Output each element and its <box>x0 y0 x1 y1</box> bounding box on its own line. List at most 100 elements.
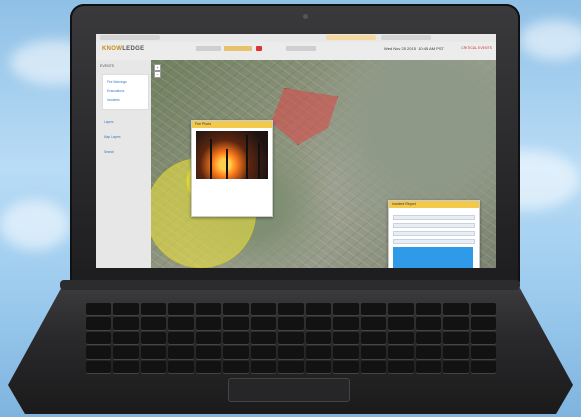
keyboard-key[interactable] <box>278 360 304 373</box>
keyboard-key[interactable] <box>305 317 332 330</box>
keyboard-key[interactable] <box>223 331 249 345</box>
keyboard-key[interactable] <box>223 360 249 373</box>
keyboard-key[interactable] <box>388 360 414 373</box>
keyboard-key[interactable] <box>278 346 304 359</box>
keyboard-key[interactable] <box>140 303 167 316</box>
keyboard-key[interactable] <box>278 317 304 330</box>
browser-tab[interactable] <box>381 35 431 40</box>
keyboard-key[interactable] <box>86 303 112 316</box>
zoom-out-button[interactable]: − <box>154 71 161 78</box>
keyboard-key[interactable] <box>86 331 112 345</box>
sidebar-item[interactable]: Map Layers <box>104 135 121 139</box>
keyboard[interactable] <box>86 303 496 373</box>
keyboard-key[interactable] <box>250 331 277 345</box>
keyboard-key[interactable] <box>388 331 414 345</box>
keyboard-key[interactable] <box>305 346 332 359</box>
keyboard-key[interactable] <box>195 346 222 359</box>
keyboard-key[interactable] <box>140 317 167 330</box>
sidebar-menu-item[interactable]: Evacuations <box>107 89 124 93</box>
keyboard-key[interactable] <box>415 331 442 345</box>
keyboard-key[interactable] <box>470 360 496 373</box>
keyboard-key[interactable] <box>360 303 387 316</box>
keyboard-key[interactable] <box>470 331 496 345</box>
keyboard-key[interactable] <box>113 317 139 330</box>
keyboard-key[interactable] <box>195 317 222 330</box>
keyboard-key[interactable] <box>333 331 359 345</box>
browser-tab[interactable] <box>100 35 160 40</box>
keyboard-key[interactable] <box>415 360 442 373</box>
keyboard-key[interactable] <box>140 360 167 373</box>
keyboard-key[interactable] <box>278 331 304 345</box>
keyboard-key[interactable] <box>223 317 249 330</box>
keyboard-key[interactable] <box>113 360 139 373</box>
keyboard-key[interactable] <box>168 346 194 359</box>
keyboard-key[interactable] <box>415 346 442 359</box>
keyboard-key[interactable] <box>360 317 387 330</box>
keyboard-key[interactable] <box>195 331 222 345</box>
keyboard-key[interactable] <box>470 346 496 359</box>
incident-form-popup[interactable]: Incident Report <box>388 200 480 268</box>
keyboard-key[interactable] <box>360 331 387 345</box>
fire-photo-popup[interactable]: Fire Photo <box>191 120 273 217</box>
keyboard-key[interactable] <box>443 331 469 345</box>
form-field[interactable] <box>393 231 475 236</box>
header-filter[interactable] <box>196 46 221 51</box>
keyboard-key[interactable] <box>388 317 414 330</box>
keyboard-key[interactable] <box>415 303 442 316</box>
red-hazard-zone[interactable] <box>271 88 338 145</box>
keyboard-key[interactable] <box>195 303 222 316</box>
keyboard-key[interactable] <box>250 317 277 330</box>
keyboard-key[interactable] <box>278 303 304 316</box>
header-filter-active[interactable] <box>224 46 252 51</box>
keyboard-key[interactable] <box>333 360 359 373</box>
keyboard-key[interactable] <box>333 317 359 330</box>
keyboard-key[interactable] <box>168 331 194 345</box>
sidebar-item[interactable]: Layers <box>104 120 114 124</box>
keyboard-key[interactable] <box>333 303 359 316</box>
keyboard-key[interactable] <box>470 303 496 316</box>
keyboard-key[interactable] <box>443 360 469 373</box>
keyboard-key[interactable] <box>360 346 387 359</box>
keyboard-key[interactable] <box>223 346 249 359</box>
keyboard-key[interactable] <box>86 346 112 359</box>
keyboard-key[interactable] <box>388 346 414 359</box>
map-view[interactable]: + − Fire Photo Incident Report <box>151 60 496 268</box>
keyboard-key[interactable] <box>443 317 469 330</box>
keyboard-key[interactable] <box>140 331 167 345</box>
keyboard-key[interactable] <box>168 360 194 373</box>
critical-events-button[interactable]: CRITICAL EVENTS <box>436 46 492 52</box>
keyboard-key[interactable] <box>168 317 194 330</box>
keyboard-key[interactable] <box>388 303 414 316</box>
keyboard-key[interactable] <box>443 303 469 316</box>
keyboard-key[interactable] <box>195 360 222 373</box>
browser-tab[interactable] <box>326 35 376 40</box>
keyboard-key[interactable] <box>470 317 496 330</box>
zoom-in-button[interactable]: + <box>154 64 161 71</box>
keyboard-key[interactable] <box>333 346 359 359</box>
touchpad[interactable] <box>228 378 350 402</box>
sidebar-menu-item[interactable]: Fire Warnings <box>107 80 127 84</box>
header-filter[interactable] <box>286 46 316 51</box>
header-alert-flag[interactable] <box>256 46 262 51</box>
keyboard-key[interactable] <box>113 346 139 359</box>
keyboard-key[interactable] <box>360 360 387 373</box>
keyboard-key[interactable] <box>305 360 332 373</box>
keyboard-key[interactable] <box>86 360 112 373</box>
keyboard-key[interactable] <box>250 360 277 373</box>
sidebar-item[interactable]: Search <box>104 150 114 154</box>
keyboard-key[interactable] <box>250 346 277 359</box>
keyboard-key[interactable] <box>223 303 249 316</box>
form-field[interactable] <box>393 215 475 220</box>
keyboard-key[interactable] <box>168 303 194 316</box>
keyboard-key[interactable] <box>113 303 139 316</box>
keyboard-key[interactable] <box>86 317 112 330</box>
form-field[interactable] <box>393 239 475 244</box>
sidebar-menu-item[interactable]: Incidents <box>107 98 120 102</box>
form-field[interactable] <box>393 223 475 228</box>
keyboard-key[interactable] <box>415 317 442 330</box>
keyboard-key[interactable] <box>305 331 332 345</box>
keyboard-key[interactable] <box>113 331 139 345</box>
keyboard-key[interactable] <box>305 303 332 316</box>
keyboard-key[interactable] <box>443 346 469 359</box>
keyboard-key[interactable] <box>140 346 167 359</box>
